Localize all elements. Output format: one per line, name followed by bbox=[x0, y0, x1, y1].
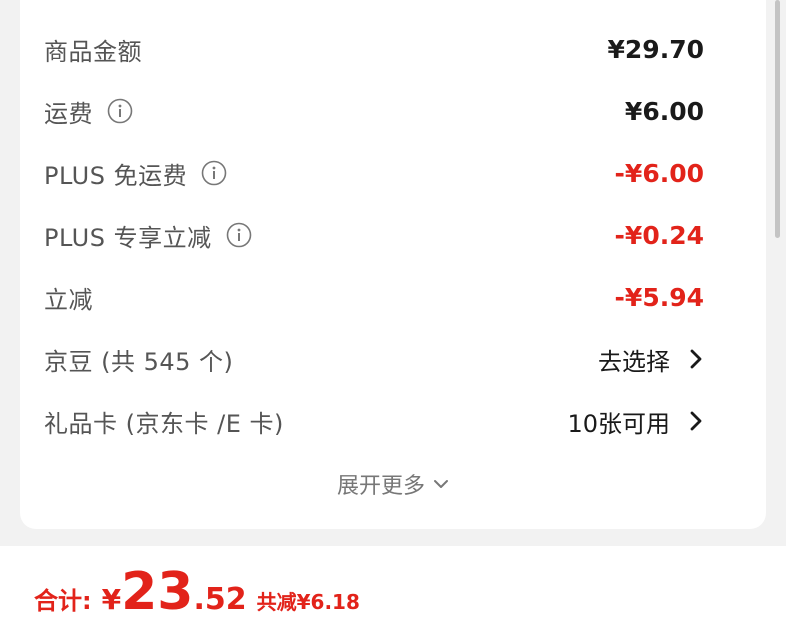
plus-discount-value: -¥0.24 bbox=[614, 220, 704, 250]
jingdou-label: 京豆 (共 545 个) bbox=[44, 347, 234, 376]
total-saving: 共减¥6.18 bbox=[256, 590, 360, 614]
scrollbar[interactable] bbox=[775, 0, 780, 238]
row-plus-free-shipping: PLUS 免运费 -¥6.00 bbox=[44, 153, 704, 193]
chevron-right-icon[interactable] bbox=[688, 409, 704, 433]
expand-more-button[interactable]: 展开更多 bbox=[20, 468, 766, 500]
instant-discount-value: -¥5.94 bbox=[614, 282, 704, 312]
total-currency: ¥ bbox=[101, 583, 122, 616]
total-label: 合计: bbox=[34, 587, 92, 615]
shipping-label: 运费 bbox=[44, 99, 93, 128]
info-icon[interactable] bbox=[226, 222, 252, 248]
total-integer: 23 bbox=[121, 562, 194, 622]
goods-amount-label: 商品金额 bbox=[44, 37, 142, 66]
gift-card-available[interactable]: 10张可用 bbox=[567, 404, 670, 439]
plus-discount-label: PLUS 专享立减 bbox=[44, 223, 212, 252]
jingdou-select[interactable]: 去选择 bbox=[598, 342, 670, 377]
plus-free-shipping-value: -¥6.00 bbox=[614, 158, 704, 188]
goods-amount-value: ¥29.70 bbox=[607, 34, 704, 64]
shipping-value: ¥6.00 bbox=[624, 96, 704, 126]
plus-free-shipping-label: PLUS 免运费 bbox=[44, 161, 188, 190]
row-goods-amount: 商品金额 ¥29.70 bbox=[44, 29, 704, 69]
chevron-right-icon[interactable] bbox=[688, 347, 704, 371]
order-summary-card: 商品金额 ¥29.70 运费 ¥6.00 PLUS 免运费 -¥6.00 PLU… bbox=[20, 0, 766, 529]
row-shipping: 运费 ¥6.00 bbox=[44, 91, 704, 131]
chevron-down-icon bbox=[434, 480, 448, 488]
checkout-footer: 合计: ¥ 23 .52 共减¥6.18 bbox=[0, 546, 786, 634]
instant-discount-label: 立减 bbox=[44, 285, 93, 314]
expand-more-label: 展开更多 bbox=[336, 474, 425, 499]
row-plus-discount: PLUS 专享立减 -¥0.24 bbox=[44, 215, 704, 255]
row-jingdou[interactable]: 京豆 (共 545 个) 去选择 bbox=[44, 339, 704, 379]
info-icon[interactable] bbox=[201, 160, 227, 186]
row-instant-discount: 立减 -¥5.94 bbox=[44, 277, 704, 317]
row-gift-card[interactable]: 礼品卡 (京东卡 /E 卡) 10张可用 bbox=[44, 401, 704, 441]
gift-card-label: 礼品卡 (京东卡 /E 卡) bbox=[44, 409, 284, 438]
total-decimal: .52 bbox=[193, 582, 247, 617]
total-price: 合计: ¥ 23 .52 共减¥6.18 bbox=[34, 566, 360, 618]
info-icon[interactable] bbox=[107, 98, 133, 124]
